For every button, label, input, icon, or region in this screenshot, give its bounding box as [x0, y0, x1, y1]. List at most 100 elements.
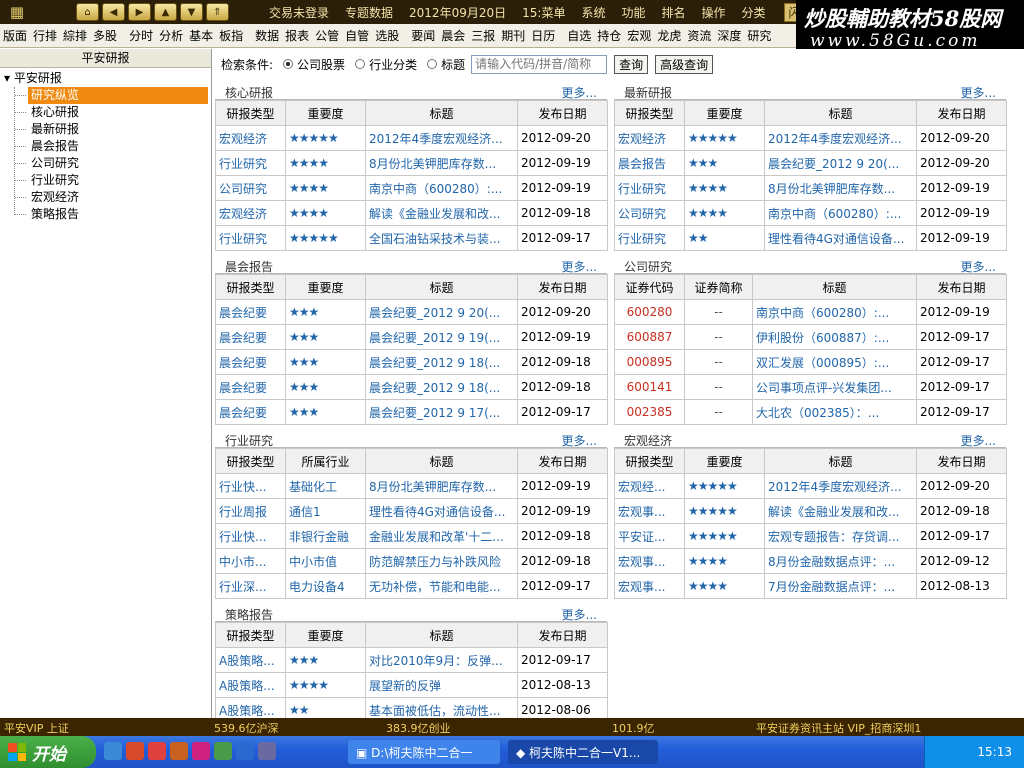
column-header[interactable]: 重要度: [285, 274, 366, 300]
app-icon-2[interactable]: [148, 742, 166, 760]
column-header[interactable]: 标题: [764, 100, 917, 126]
menu-system[interactable]: 系统: [573, 4, 613, 21]
toolbar-item[interactable]: 数据: [252, 27, 282, 44]
collapse-icon[interactable]: ▾: [4, 71, 10, 85]
column-header[interactable]: 研报类型: [215, 100, 286, 126]
table-row[interactable]: 平安证... ★★★★★ 宏观专题报告：存贷调... 2012-09-17: [614, 523, 1007, 549]
login-status[interactable]: 交易未登录: [261, 4, 337, 21]
table-row[interactable]: 公司研究 ★★★★ 南京中商（600280）:... 2012-09-19: [614, 200, 1007, 226]
table-row[interactable]: 宏观经济 ★★★★ 解读《金融业发展和改... 2012-09-18: [215, 200, 608, 226]
report-title-link[interactable]: 解读《金融业发展和改...: [365, 200, 518, 226]
table-row[interactable]: 宏观事... ★★★★ 8月份金融数据点评：... 2012-09-12: [614, 548, 1007, 574]
toolbar-item[interactable]: 基本: [186, 27, 216, 44]
toolbar-item[interactable]: 版面: [0, 27, 30, 44]
menu-operation[interactable]: 操作: [694, 4, 734, 21]
menu-function[interactable]: 功能: [613, 4, 653, 21]
app-icon-5[interactable]: [214, 742, 232, 760]
radio-industry[interactable]: [355, 59, 366, 69]
toolbar-item[interactable]: 龙虎: [654, 27, 684, 44]
column-header[interactable]: 研报类型: [614, 100, 685, 126]
toolbar-item[interactable]: 宏观: [624, 27, 654, 44]
more-link[interactable]: 更多...: [562, 606, 597, 623]
radio-company-stock-label[interactable]: 公司股票: [297, 56, 345, 73]
report-title-link[interactable]: 大北农（002385）：...: [752, 399, 917, 425]
table-row[interactable]: 行业研究 ★★★★ 8月份北美钾肥库存数... 2012-09-19: [215, 150, 608, 176]
double-up-icon[interactable]: ⇑: [206, 3, 229, 21]
report-title-link[interactable]: 展望新的反弹: [365, 672, 518, 698]
report-title-link[interactable]: 无功补偿，节能和电能...: [365, 573, 518, 599]
table-row[interactable]: 行业快... 基础化工 8月份北美钾肥库存数... 2012-09-19: [215, 473, 608, 499]
app-icon-4[interactable]: [192, 742, 210, 760]
toolbar-item[interactable]: 多股: [90, 27, 120, 44]
table-row[interactable]: 晨会纪要 ★★★ 晨会纪要_2012 9 18(... 2012-09-18: [215, 374, 608, 400]
column-header[interactable]: 标题: [365, 100, 518, 126]
column-header[interactable]: 标题: [752, 274, 917, 300]
menu-category[interactable]: 分类: [734, 4, 774, 21]
column-header[interactable]: 研报类型: [215, 622, 286, 648]
report-title-link[interactable]: 宏观专题报告：存贷调...: [764, 523, 917, 549]
report-title-link[interactable]: 对比2010年9月：反弹...: [365, 647, 518, 673]
toolbar-item[interactable]: 资流: [684, 27, 714, 44]
toolbar-item[interactable]: 持仓: [594, 27, 624, 44]
report-title-link[interactable]: 晨会纪要_2012 9 18(...: [365, 349, 518, 375]
task-app[interactable]: ◆ 柯夫陈中二合一V1...: [508, 740, 658, 764]
report-title-link[interactable]: 理性看待4G对通信设备...: [365, 498, 518, 524]
report-title-link[interactable]: 8月份北美钾肥库存数...: [365, 473, 518, 499]
more-link[interactable]: 更多...: [562, 432, 597, 449]
table-row[interactable]: 002385 -- 大北农（002385）：... 2012-09-17: [614, 399, 1007, 425]
column-header[interactable]: 发布日期: [916, 100, 1007, 126]
table-row[interactable]: 行业研究 ★★★★★ 全国石油钻采技术与装... 2012-09-17: [215, 225, 608, 251]
table-row[interactable]: 宏观经... ★★★★★ 2012年4季度宏观经济... 2012-09-20: [614, 473, 1007, 499]
column-header[interactable]: 重要度: [684, 100, 765, 126]
tree-root[interactable]: ▾ 平安研报: [4, 70, 211, 87]
column-header[interactable]: 重要度: [285, 622, 366, 648]
table-row[interactable]: 行业快... 非银行金融 金融业发展和改革'十二... 2012-09-18: [215, 523, 608, 549]
column-header[interactable]: 标题: [764, 448, 917, 474]
table-row[interactable]: 000895 -- 双汇发展（000895）:... 2012-09-17: [614, 349, 1007, 375]
search-input[interactable]: [471, 54, 608, 74]
report-title-link[interactable]: 理性看待4G对通信设备...: [764, 225, 917, 251]
toolbar-item[interactable]: 选股: [372, 27, 402, 44]
table-row[interactable]: 宏观事... ★★★★ 7月份金融数据点评：... 2012-08-13: [614, 573, 1007, 599]
toolbar-item[interactable]: 要闻: [408, 27, 438, 44]
report-title-link[interactable]: 防范解禁压力与补跌风险: [365, 548, 518, 574]
more-link[interactable]: 更多...: [961, 258, 996, 275]
report-title-link[interactable]: 晨会纪要_2012 9 20(...: [365, 299, 518, 325]
table-row[interactable]: A股策略... ★★★★ 展望新的反弹 2012-08-13: [215, 672, 608, 698]
table-row[interactable]: 中小市... 中小市值 防范解禁压力与补跌风险 2012-09-18: [215, 548, 608, 574]
sidebar-item[interactable]: 核心研报: [15, 104, 210, 121]
report-title-link[interactable]: 南京中商（600280）:...: [365, 175, 518, 201]
table-row[interactable]: 晨会报告 ★★★ 晨会纪要_2012 9 20(... 2012-09-20: [614, 150, 1007, 176]
arrow-up-icon[interactable]: ▲: [154, 3, 177, 21]
report-title-link[interactable]: 伊利股份（600887）:...: [752, 324, 917, 350]
column-header[interactable]: 重要度: [285, 100, 366, 126]
sidebar-item[interactable]: 研究纵览: [15, 87, 208, 104]
sidebar-item[interactable]: 行业研究: [15, 172, 210, 189]
table-row[interactable]: 宏观经济 ★★★★★ 2012年4季度宏观经济... 2012-09-20: [614, 125, 1007, 151]
sidebar-item[interactable]: 晨会报告: [15, 138, 210, 155]
report-title-link[interactable]: 南京中商（600280）:...: [752, 299, 917, 325]
toolbar-item[interactable]: 报表: [282, 27, 312, 44]
toolbar-item[interactable]: 期刊: [498, 27, 528, 44]
toolbar-item[interactable]: 分时: [126, 27, 156, 44]
report-title-link[interactable]: 晨会纪要_2012 9 20(...: [764, 150, 917, 176]
toolbar-item[interactable]: 行排: [30, 27, 60, 44]
column-header[interactable]: 发布日期: [517, 448, 608, 474]
column-header[interactable]: 证券代码: [614, 274, 685, 300]
menu-main[interactable]: 15:菜单: [514, 4, 573, 21]
report-title-link[interactable]: 晨会纪要_2012 9 19(...: [365, 324, 518, 350]
report-title-link[interactable]: 2012年4季度宏观经济...: [764, 473, 917, 499]
report-title-link[interactable]: 金融业发展和改革'十二...: [365, 523, 518, 549]
report-title-link[interactable]: 解读《金融业发展和改...: [764, 498, 917, 524]
report-title-link[interactable]: 全国石油钻采技术与装...: [365, 225, 518, 251]
report-title-link[interactable]: 南京中商（600280）:...: [764, 200, 917, 226]
toolbar-item[interactable]: 綜排: [60, 27, 90, 44]
task-folder[interactable]: ▣ D:\柯夫陈中二合一: [348, 740, 500, 764]
arrow-down-icon[interactable]: ▼: [180, 3, 203, 21]
menu-topic-data[interactable]: 专题数据: [337, 4, 401, 21]
query-button[interactable]: 查询: [614, 54, 649, 74]
report-title-link[interactable]: 8月份北美钾肥库存数...: [365, 150, 518, 176]
report-title-link[interactable]: 2012年4季度宏观经济...: [365, 125, 518, 151]
toolbar-item[interactable]: 晨会: [438, 27, 468, 44]
table-row[interactable]: 600280 -- 南京中商（600280）:... 2012-09-19: [614, 299, 1007, 325]
